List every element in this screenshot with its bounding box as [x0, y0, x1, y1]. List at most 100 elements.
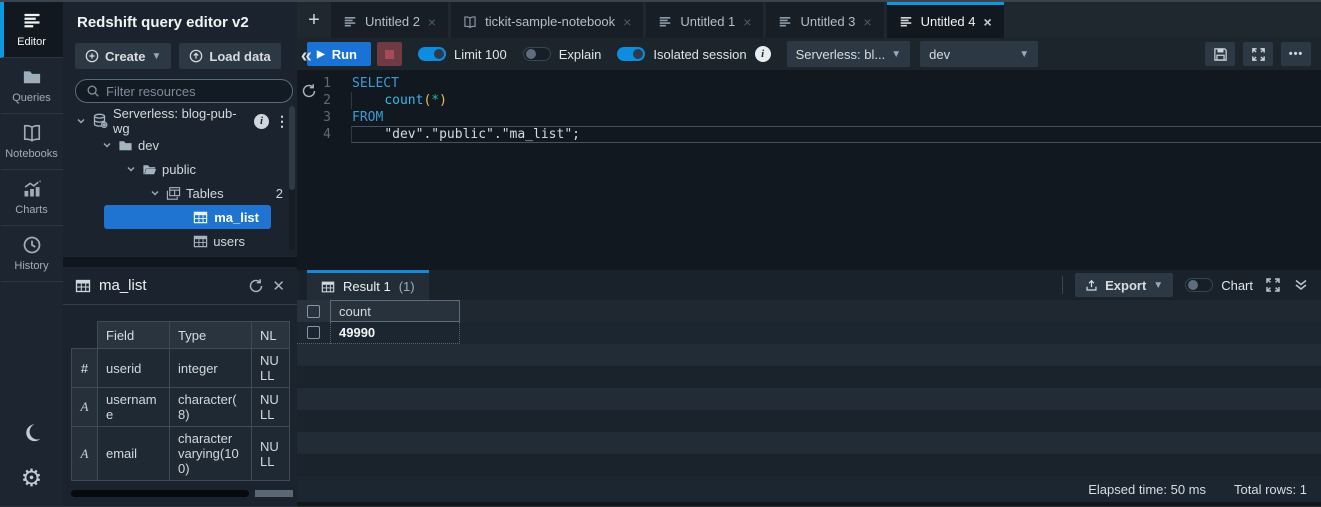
rail-item-history[interactable]: History [0, 226, 63, 282]
collapse-panel-icon[interactable]: « [299, 46, 314, 66]
schema-row: A username character(8) NULL [71, 387, 290, 427]
workgroup-dropdown-value: Serverless: bl... [795, 46, 886, 62]
rail-item-editor[interactable]: Editor [0, 2, 63, 58]
database-label: dev [138, 137, 159, 153]
tab-untitled-2[interactable]: Untitled 2 × [331, 2, 449, 38]
sql-star: * [431, 93, 440, 108]
sql-editor[interactable]: 1 SELECT 2 count(*) 3 FROM 4 "dev"."publ… [297, 70, 1321, 270]
tree-scrollbar-thumb[interactable] [289, 106, 295, 190]
tab-label: Untitled 4 [920, 14, 976, 29]
code-line-4-current: 4 "dev"."public"."ma_list"; [297, 126, 1321, 143]
export-button[interactable]: Export ▼ [1075, 273, 1174, 297]
bottom-strip [297, 502, 1321, 506]
fullscreen-button[interactable] [1243, 42, 1273, 66]
new-tab-button[interactable]: + [297, 2, 331, 38]
divider [1062, 276, 1064, 294]
run-button[interactable]: ▶ Run [307, 42, 371, 66]
close-icon[interactable]: × [743, 15, 751, 29]
chevron-down-icon[interactable] [101, 139, 113, 151]
field-type: integer [169, 348, 252, 388]
field-name: username [97, 387, 170, 427]
chart-toggle[interactable] [1185, 278, 1214, 292]
query-toolbar: ▶ Run Limit 100 Explain Isolated session… [297, 38, 1321, 70]
create-button[interactable]: Create ▼ [75, 43, 172, 69]
chevron-down-icon[interactable] [149, 187, 161, 199]
table-icon [193, 234, 208, 249]
refresh-icon[interactable] [301, 83, 317, 99]
workgroup-dropdown[interactable]: Serverless: bl... ▼ [786, 41, 911, 67]
tree-scrollbar[interactable] [289, 106, 295, 250]
rail-item-label: Charts [15, 204, 48, 216]
cluster-label: Serverless: blog-pub-wg [113, 106, 237, 136]
editor-icon [778, 15, 792, 29]
upload-circle-icon [189, 49, 203, 63]
kebab-menu-icon[interactable]: ⋮ [275, 113, 289, 130]
close-icon[interactable]: × [623, 15, 631, 29]
tab-untitled-4-active[interactable]: Untitled 4 × [886, 2, 1004, 38]
rail-item-queries[interactable]: Queries [0, 58, 63, 114]
rail-item-charts[interactable]: Charts [0, 170, 63, 226]
explain-toggle[interactable] [522, 47, 551, 61]
double-chevron-down-icon[interactable] [1293, 277, 1309, 293]
select-all-checkbox[interactable] [307, 304, 320, 318]
database-dropdown[interactable]: dev ▼ [920, 41, 1039, 67]
close-icon[interactable]: × [984, 15, 992, 29]
result-row[interactable]: 49990 [297, 322, 1321, 344]
tree-node-cluster[interactable]: Serverless: blog-pub-wg i ⋮ [63, 106, 297, 136]
tab-untitled-1[interactable]: Untitled 1 × [646, 2, 764, 38]
field-nullable: NULL [251, 426, 290, 481]
info-icon[interactable]: i [754, 46, 771, 62]
char-type-icon: A [71, 387, 98, 427]
limit-100-toggle[interactable] [417, 47, 446, 61]
main-area: + Untitled 2 × tickit-sample-notebook × … [297, 2, 1321, 506]
tree-node-table-users[interactable]: users [63, 229, 297, 253]
close-icon[interactable]: × [428, 15, 436, 29]
play-icon: ▶ [317, 48, 325, 60]
sql-keyword: SELECT [352, 76, 399, 91]
tree-node-schema[interactable]: public [63, 157, 297, 181]
rail-item-notebooks[interactable]: Notebooks [0, 114, 63, 170]
refresh-icon[interactable] [248, 278, 264, 294]
horizontal-scrollbar-thumb[interactable] [71, 490, 249, 497]
count-value-cell[interactable]: 49990 [330, 322, 460, 344]
result-tab-count: (1) [398, 279, 415, 294]
rail-item-label: Editor [17, 36, 46, 48]
filter-row [63, 75, 316, 109]
panel-split-divider[interactable] [63, 257, 297, 267]
export-icon [1085, 279, 1098, 292]
column-header-count[interactable]: count [330, 300, 460, 322]
result-tab[interactable]: Result 1 (1) [307, 270, 429, 300]
expand-results-icon[interactable] [1265, 277, 1281, 293]
isolated-session-label: Isolated session [653, 46, 747, 62]
rail-bottom: ⚙ [0, 422, 63, 506]
char-type-icon: A [71, 426, 98, 481]
editor-icon [658, 15, 672, 29]
close-icon[interactable]: × [863, 15, 871, 29]
save-button[interactable] [1205, 42, 1235, 66]
info-icon[interactable]: i [254, 113, 269, 129]
chevron-down-icon[interactable] [125, 163, 137, 175]
schema-row: # userid integer NULL [71, 348, 290, 388]
notebook-icon [22, 123, 42, 143]
load-data-button[interactable]: Load data [179, 43, 281, 69]
tab-untitled-3[interactable]: Untitled 3 × [766, 2, 884, 38]
dark-mode-moon-icon[interactable] [21, 422, 43, 444]
isolated-session-toggle[interactable] [617, 47, 646, 61]
editor-tabbar: + Untitled 2 × tickit-sample-notebook × … [297, 2, 1321, 38]
stop-button[interactable] [376, 42, 402, 66]
horizontal-scrollbar[interactable] [71, 490, 293, 498]
chevron-down-icon[interactable] [75, 115, 87, 127]
row-checkbox[interactable] [307, 326, 320, 339]
filter-resources-input[interactable] [106, 83, 282, 99]
export-button-label: Export [1105, 277, 1147, 293]
tree-node-tables[interactable]: Tables 2 [63, 181, 297, 205]
folder-icon [118, 138, 133, 153]
tree-node-database[interactable]: dev [63, 133, 297, 157]
code-line-3: 3 FROM [297, 109, 1321, 126]
page-title: Redshift query editor v2 [77, 14, 249, 31]
close-icon[interactable]: ✕ [272, 277, 285, 295]
more-options-button[interactable]: ••• [1281, 42, 1311, 66]
tab-tickit-sample-notebook[interactable]: tickit-sample-notebook × [451, 2, 644, 38]
settings-gear-icon[interactable]: ⚙ [21, 466, 43, 490]
tree-node-table-ma-list-selected[interactable]: ma_list [104, 205, 271, 229]
